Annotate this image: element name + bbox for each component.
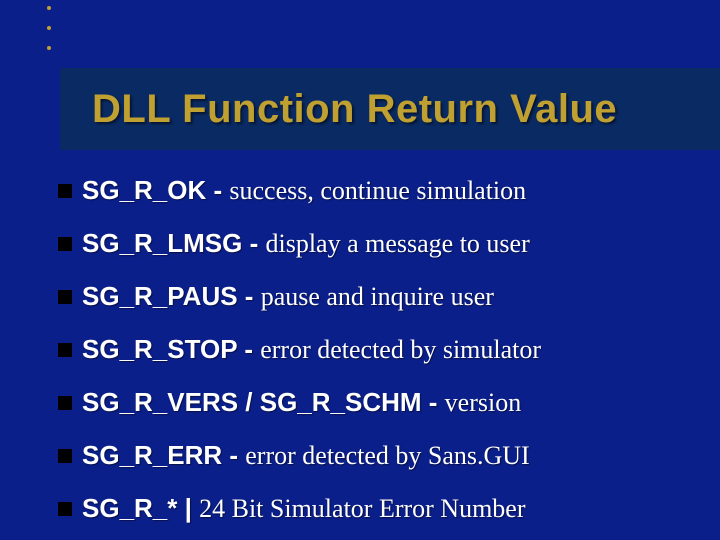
list-item: SG_R_VERS / SG_R_SCHM - version bbox=[58, 387, 700, 418]
list-item: SG_R_ERR - error detected by Sans.GUI bbox=[58, 440, 700, 471]
slide-title: DLL Function Return Value bbox=[92, 87, 617, 132]
decorative-dots bbox=[47, 6, 51, 66]
item-code: SG_R_OK - bbox=[82, 175, 229, 205]
bullet-icon bbox=[58, 343, 72, 357]
list-item: SG_R_PAUS - pause and inquire user bbox=[58, 281, 700, 312]
list-item: SG_R_STOP - error detected by simulator bbox=[58, 334, 700, 365]
title-band: DLL Function Return Value bbox=[60, 68, 720, 150]
item-desc: error detected by simulator bbox=[260, 335, 541, 364]
dot-icon bbox=[47, 46, 51, 50]
bullet-icon bbox=[58, 502, 72, 516]
dot-icon bbox=[47, 6, 51, 10]
item-desc: pause and inquire user bbox=[261, 282, 494, 311]
bullet-icon bbox=[58, 290, 72, 304]
return-value-list: SG_R_OK - success, continue simulation S… bbox=[58, 175, 700, 540]
item-code: SG_R_ERR - bbox=[82, 440, 245, 470]
item-desc: display a message to user bbox=[265, 229, 529, 258]
item-desc: success, continue simulation bbox=[229, 176, 526, 205]
item-desc: error detected by Sans.GUI bbox=[245, 441, 529, 470]
item-code: SG_R_VERS / SG_R_SCHM - bbox=[82, 387, 445, 417]
list-item: SG_R_* | 24 Bit Simulator Error Number bbox=[58, 493, 700, 524]
list-item: SG_R_OK - success, continue simulation bbox=[58, 175, 700, 206]
bullet-icon bbox=[58, 449, 72, 463]
bullet-icon bbox=[58, 237, 72, 251]
item-code: SG_R_STOP - bbox=[82, 334, 260, 364]
dot-icon bbox=[47, 26, 51, 30]
item-code: SG_R_LMSG - bbox=[82, 228, 265, 258]
bullet-icon bbox=[58, 184, 72, 198]
item-code: SG_R_* | bbox=[82, 493, 199, 523]
bullet-icon bbox=[58, 396, 72, 410]
item-desc: 24 Bit Simulator Error Number bbox=[199, 494, 525, 523]
item-code: SG_R_PAUS - bbox=[82, 281, 261, 311]
list-item: SG_R_LMSG - display a message to user bbox=[58, 228, 700, 259]
item-desc: version bbox=[445, 388, 522, 417]
